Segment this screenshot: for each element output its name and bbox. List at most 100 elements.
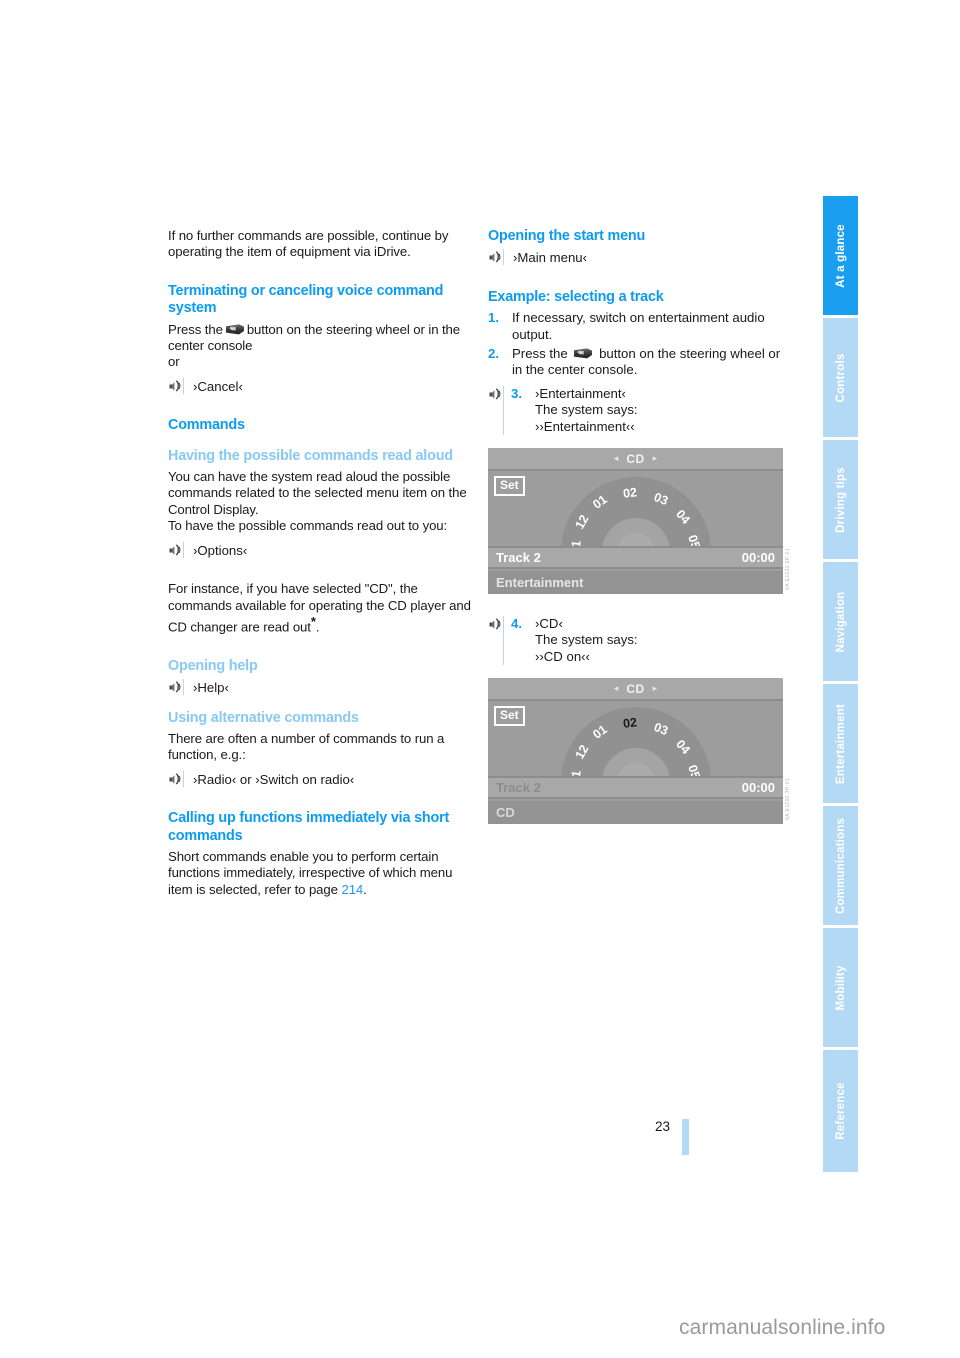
- voice-step-4: 4. ›CD‹ The system says: ››CD on‹‹: [488, 616, 791, 666]
- chevron-left-icon[interactable]: ◂: [614, 684, 619, 693]
- voice-command-icon: [168, 679, 184, 696]
- cd-status-bar: Entertainment: [488, 571, 783, 595]
- cd-track-label: Track 2: [496, 550, 541, 566]
- cd-display-title: CD: [626, 681, 645, 696]
- voice-command-icon: [488, 386, 503, 402]
- figure-image-id: VA.E1102.3P-01: [785, 778, 791, 821]
- track-selector-wheel[interactable]: 11 12 01 02 03 04 05: [560, 707, 711, 784]
- voice-step-3: 3. ›Entertainment‹ The system says: ››En…: [488, 385, 791, 436]
- cancel-command-line: ›Cancel‹: [168, 377, 471, 395]
- page-reference-link[interactable]: 214: [341, 882, 363, 897]
- chevron-right-icon[interactable]: ▸: [653, 454, 658, 463]
- sidebar-item-driving-tips[interactable]: Driving tips: [823, 440, 858, 562]
- list-item: 1. If necessary, switch on entertainment…: [488, 310, 791, 343]
- figure-image-id: VA.E1101.3P-01: [785, 547, 791, 591]
- main-menu-command-line: ›Main menu‹: [488, 249, 791, 266]
- section-tab-rail: At a glance Controls Driving tips Naviga…: [823, 196, 858, 1172]
- voice-step-body: 4. ›CD‹ The system says: ››CD on‹‹: [511, 616, 638, 665]
- system-says-label: The system says:: [535, 632, 638, 648]
- manual-page: If no further commands are possible, con…: [0, 0, 960, 1358]
- or-word: or: [168, 354, 180, 370]
- system-says-value: ››Entertainment‹‹: [535, 418, 635, 434]
- for-instance-period: .: [315, 619, 320, 635]
- radio-command-line: ›Radio‹ or ›Switch on radio‹: [168, 770, 471, 788]
- list-item: 2. Press the button on the steering whee…: [488, 346, 791, 379]
- cd-display-main: Set 11 12 01 02 03 04 05: [488, 701, 783, 784]
- heading-opening-help: Opening help: [168, 657, 258, 674]
- sidebar-item-entertainment[interactable]: Entertainment: [823, 684, 858, 806]
- short-commands-period: .: [363, 881, 367, 897]
- voice-command-icon: [488, 616, 503, 632]
- set-button[interactable]: Set: [494, 476, 525, 497]
- set-button[interactable]: Set: [494, 706, 525, 727]
- sidebar-item-label: Reference: [834, 1082, 847, 1140]
- for-instance-text: For instance, if you have selected "CD",…: [168, 581, 471, 635]
- sidebar-item-label: Entertainment: [834, 703, 847, 784]
- figure-cd-display-cd: ◂ CD ▸ Set 11 12 01 02 03 04: [488, 678, 791, 825]
- chevron-right-icon[interactable]: ▸: [653, 684, 658, 693]
- voice-command-icon: [168, 377, 184, 394]
- heading-example-selecting-track: Example: selecting a track: [488, 288, 664, 305]
- sidebar-item-controls[interactable]: Controls: [823, 318, 858, 440]
- voice-step-rule: [503, 616, 504, 666]
- heading-opening-start-menu: Opening the start menu: [488, 228, 646, 244]
- system-says-value: ››CD on‹‹: [535, 648, 590, 664]
- voice-command-icon: [168, 541, 184, 558]
- cd-track-label: Track 2: [496, 780, 541, 796]
- sidebar-item-label: Controls: [834, 353, 847, 402]
- cd-time-label: 00:00: [741, 780, 775, 796]
- sidebar-item-communications[interactable]: Communications: [823, 806, 858, 928]
- options-command-line: ›Options‹: [168, 541, 471, 559]
- step-text: ›Entertainment‹ The system says: ››Enter…: [535, 386, 638, 435]
- cd-display-topbar: ◂ CD ▸: [488, 448, 783, 472]
- track-selector-wheel[interactable]: 11 12 01 02 03 04 05: [560, 477, 711, 554]
- sidebar-item-label: Communications: [834, 817, 847, 914]
- page-number: 23: [655, 1119, 671, 1134]
- sidebar-item-mobility[interactable]: Mobility: [823, 928, 858, 1050]
- voice-step-body: 3. ›Entertainment‹ The system says: ››En…: [511, 386, 638, 435]
- sidebar-item-label: Driving tips: [834, 466, 847, 533]
- chevron-left-icon[interactable]: ◂: [614, 454, 619, 463]
- heading-commands: Commands: [168, 417, 245, 434]
- voice-command-icon: [168, 770, 184, 787]
- heading-read-aloud: Having the possible commands read aloud: [168, 447, 453, 464]
- heading-short-commands: Calling up functions immediately via sho…: [168, 810, 450, 844]
- example-steps-list: 1. If necessary, switch on entertainment…: [488, 310, 791, 379]
- voice-command-icon: [488, 249, 504, 266]
- radio-command-text: ›Radio‹ or ›Switch on radio‹: [193, 771, 355, 787]
- right-text-column: Opening the start menu ›Main menu‹ Examp…: [488, 228, 791, 825]
- cd-status-label: CD: [496, 805, 515, 821]
- short-commands-paragraph: Short commands enable you to perform cer…: [168, 849, 471, 898]
- cd-display: ◂ CD ▸ Set 11 12 01 02 03 04: [488, 448, 783, 595]
- sidebar-item-reference[interactable]: Reference: [823, 1050, 858, 1172]
- cd-display: ◂ CD ▸ Set 11 12 01 02 03 04: [488, 678, 783, 825]
- sidebar-item-label: At a glance: [834, 223, 847, 288]
- step-text: If necessary, switch on entertainment au…: [512, 310, 765, 342]
- heading-terminating-voice-command: Terminating or canceling voice command s…: [168, 282, 444, 317]
- sidebar-item-label: Mobility: [834, 964, 847, 1011]
- voice-step-rail: [488, 385, 504, 436]
- left-text-column: If no further commands are possible, con…: [168, 228, 471, 898]
- heading-alternative-commands: Using alternative commands: [168, 709, 359, 726]
- step-text-prefix: Press the: [512, 346, 568, 362]
- short-commands-text: Short commands enable you to perform cer…: [168, 848, 453, 897]
- cd-track-bar: Track 2 00:00: [488, 546, 783, 570]
- cd-status-bar: CD: [488, 801, 783, 825]
- sidebar-item-navigation[interactable]: Navigation: [823, 562, 858, 684]
- sidebar-item-at-a-glance[interactable]: At a glance: [823, 196, 858, 318]
- watermark-text: carmanualsonline.info: [679, 1316, 886, 1339]
- step-number: 1.: [488, 310, 499, 326]
- press-button-paragraph: Press the button on the steering wheel or…: [168, 322, 471, 355]
- page-number-rule: [682, 1119, 689, 1155]
- cd-time-label: 00:00: [741, 550, 775, 566]
- read-aloud-paragraph: You can have the system read aloud the p…: [168, 469, 467, 517]
- cd-track-bar: Track 2 00:00: [488, 776, 783, 800]
- figure-cd-display-entertainment: ◂ CD ▸ Set 11 12 01 02 03 04: [488, 448, 791, 595]
- sidebar-item-label: Navigation: [834, 591, 847, 652]
- options-command-text: ›Options‹: [193, 542, 248, 558]
- steering-wheel-button-icon: [573, 348, 593, 359]
- intro-paragraph: If no further commands are possible, con…: [168, 228, 449, 260]
- step-number: 4.: [511, 616, 522, 632]
- cd-display-main: Set 11 12 01 02 03 04 05: [488, 471, 783, 554]
- read-aloud-paragraph-2: To have the possible commands read out t…: [168, 518, 448, 534]
